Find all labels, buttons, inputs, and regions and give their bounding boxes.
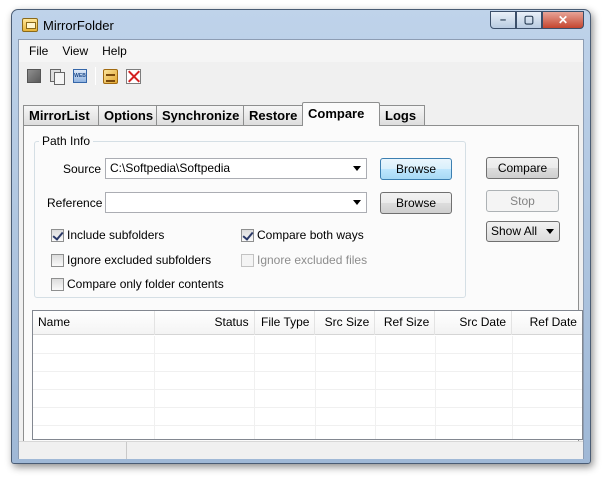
status-panel-main	[127, 442, 583, 459]
compare-button[interactable]: Compare	[486, 157, 559, 179]
chevron-down-icon	[546, 229, 554, 234]
tab-mirrorlist[interactable]: MirrorList	[23, 105, 99, 126]
menu-view[interactable]: View	[55, 42, 95, 60]
include-subfolders-checkbox[interactable]: Include subfolders	[51, 228, 164, 242]
synchronize-button[interactable]	[99, 65, 121, 87]
compare-only-folder-contents-checkbox[interactable]: Compare only folder contents	[51, 277, 224, 291]
source-combo[interactable]: C:\Softpedia\Softpedia	[105, 158, 367, 179]
synchronize-icon	[102, 68, 118, 84]
minimize-button[interactable]: –	[490, 11, 516, 29]
checkbox-box	[51, 253, 64, 267]
column-header-file-type[interactable]: File Type	[255, 311, 316, 335]
menu-help[interactable]: Help	[95, 42, 134, 60]
status-bar	[19, 441, 583, 459]
delete-button[interactable]	[122, 65, 144, 87]
edit-button[interactable]	[23, 65, 45, 87]
toolbar-separator	[95, 67, 96, 85]
results-header: Name Status File Type Src Size Ref Size …	[33, 311, 582, 335]
empty-list-row	[33, 354, 582, 372]
empty-list-row	[33, 336, 582, 354]
maximize-button[interactable]: ▢	[516, 11, 542, 29]
checkbox-box	[241, 228, 254, 242]
tab-restore[interactable]: Restore	[243, 105, 303, 126]
include-subfolders-label: Include subfolders	[67, 228, 165, 242]
mirrorfolder-app-icon	[22, 18, 38, 32]
ignore-excluded-subfolders-label: Ignore excluded subfolders	[67, 253, 212, 267]
title-bar[interactable]: MirrorFolder – ▢ ✕	[12, 10, 590, 38]
checkbox-box	[51, 228, 64, 242]
web-icon: WEB	[73, 69, 87, 83]
client-area: File View Help WEB MirrorList Options Sy…	[18, 39, 584, 459]
column-header-src-size[interactable]: Src Size	[315, 311, 376, 335]
compare-both-ways-checkbox[interactable]: Compare both ways	[241, 228, 364, 242]
source-label: Source	[63, 162, 102, 176]
path-info-title: Path Info	[39, 134, 94, 148]
app-window: MirrorFolder – ▢ ✕ File View Help WEB Mi…	[11, 9, 591, 464]
close-button[interactable]: ✕	[542, 11, 584, 29]
column-header-ref-date[interactable]: Ref Date	[512, 311, 582, 335]
chevron-down-icon	[353, 166, 361, 171]
ignore-excluded-files-checkbox[interactable]: Ignore excluded files	[241, 253, 367, 267]
source-value: C:\Softpedia\Softpedia	[110, 161, 231, 175]
tab-options[interactable]: Options	[98, 105, 157, 126]
ignore-excluded-subfolders-checkbox[interactable]: Ignore excluded subfolders	[51, 253, 211, 267]
tab-compare[interactable]: Compare	[302, 102, 380, 126]
copy-icon	[50, 69, 65, 85]
menu-bar: File View Help	[19, 40, 583, 62]
path-info-group: Path Info Source C:\Softpedia\Softpedia …	[34, 134, 466, 298]
checkbox-box	[51, 277, 64, 291]
toolbar: WEB	[19, 62, 583, 90]
results-body	[33, 336, 582, 439]
chevron-down-icon	[353, 200, 361, 205]
web-button[interactable]: WEB	[69, 65, 91, 87]
column-header-ref-size[interactable]: Ref Size	[375, 311, 436, 335]
source-browse-button[interactable]: Browse	[380, 158, 452, 180]
window-controls: – ▢ ✕	[490, 11, 584, 29]
edit-icon	[27, 69, 41, 83]
empty-list-row	[33, 390, 582, 408]
compare-both-ways-label: Compare both ways	[257, 228, 364, 242]
reference-combo[interactable]	[105, 192, 367, 213]
delete-icon	[125, 68, 141, 84]
checkbox-box	[241, 253, 254, 267]
show-filter-dropdown[interactable]: Show All	[486, 221, 560, 242]
menu-file[interactable]: File	[22, 42, 55, 60]
tab-strip: MirrorList Options Synchronize Restore C…	[23, 102, 425, 126]
ignore-excluded-files-label: Ignore excluded files	[257, 253, 368, 267]
empty-list-row	[33, 408, 582, 426]
window-title: MirrorFolder	[43, 18, 114, 33]
reference-browse-button[interactable]: Browse	[380, 192, 452, 214]
status-panel-left	[19, 442, 127, 459]
stop-button[interactable]: Stop	[486, 190, 559, 212]
tab-synchronize[interactable]: Synchronize	[156, 105, 244, 126]
empty-list-row	[33, 426, 582, 439]
compare-only-folder-contents-label: Compare only folder contents	[67, 277, 224, 291]
empty-list-row	[33, 372, 582, 390]
column-header-src-date[interactable]: Src Date	[435, 311, 513, 335]
column-header-name[interactable]: Name	[33, 311, 155, 335]
copy-button[interactable]	[46, 65, 68, 87]
compare-panel: Path Info Source C:\Softpedia\Softpedia …	[23, 125, 583, 442]
column-header-status[interactable]: Status	[155, 311, 255, 335]
show-filter-value: Show All	[491, 224, 538, 238]
reference-label: Reference	[47, 196, 103, 210]
tab-logs[interactable]: Logs	[379, 105, 425, 126]
compare-results-list[interactable]: Name Status File Type Src Size Ref Size …	[32, 310, 583, 440]
